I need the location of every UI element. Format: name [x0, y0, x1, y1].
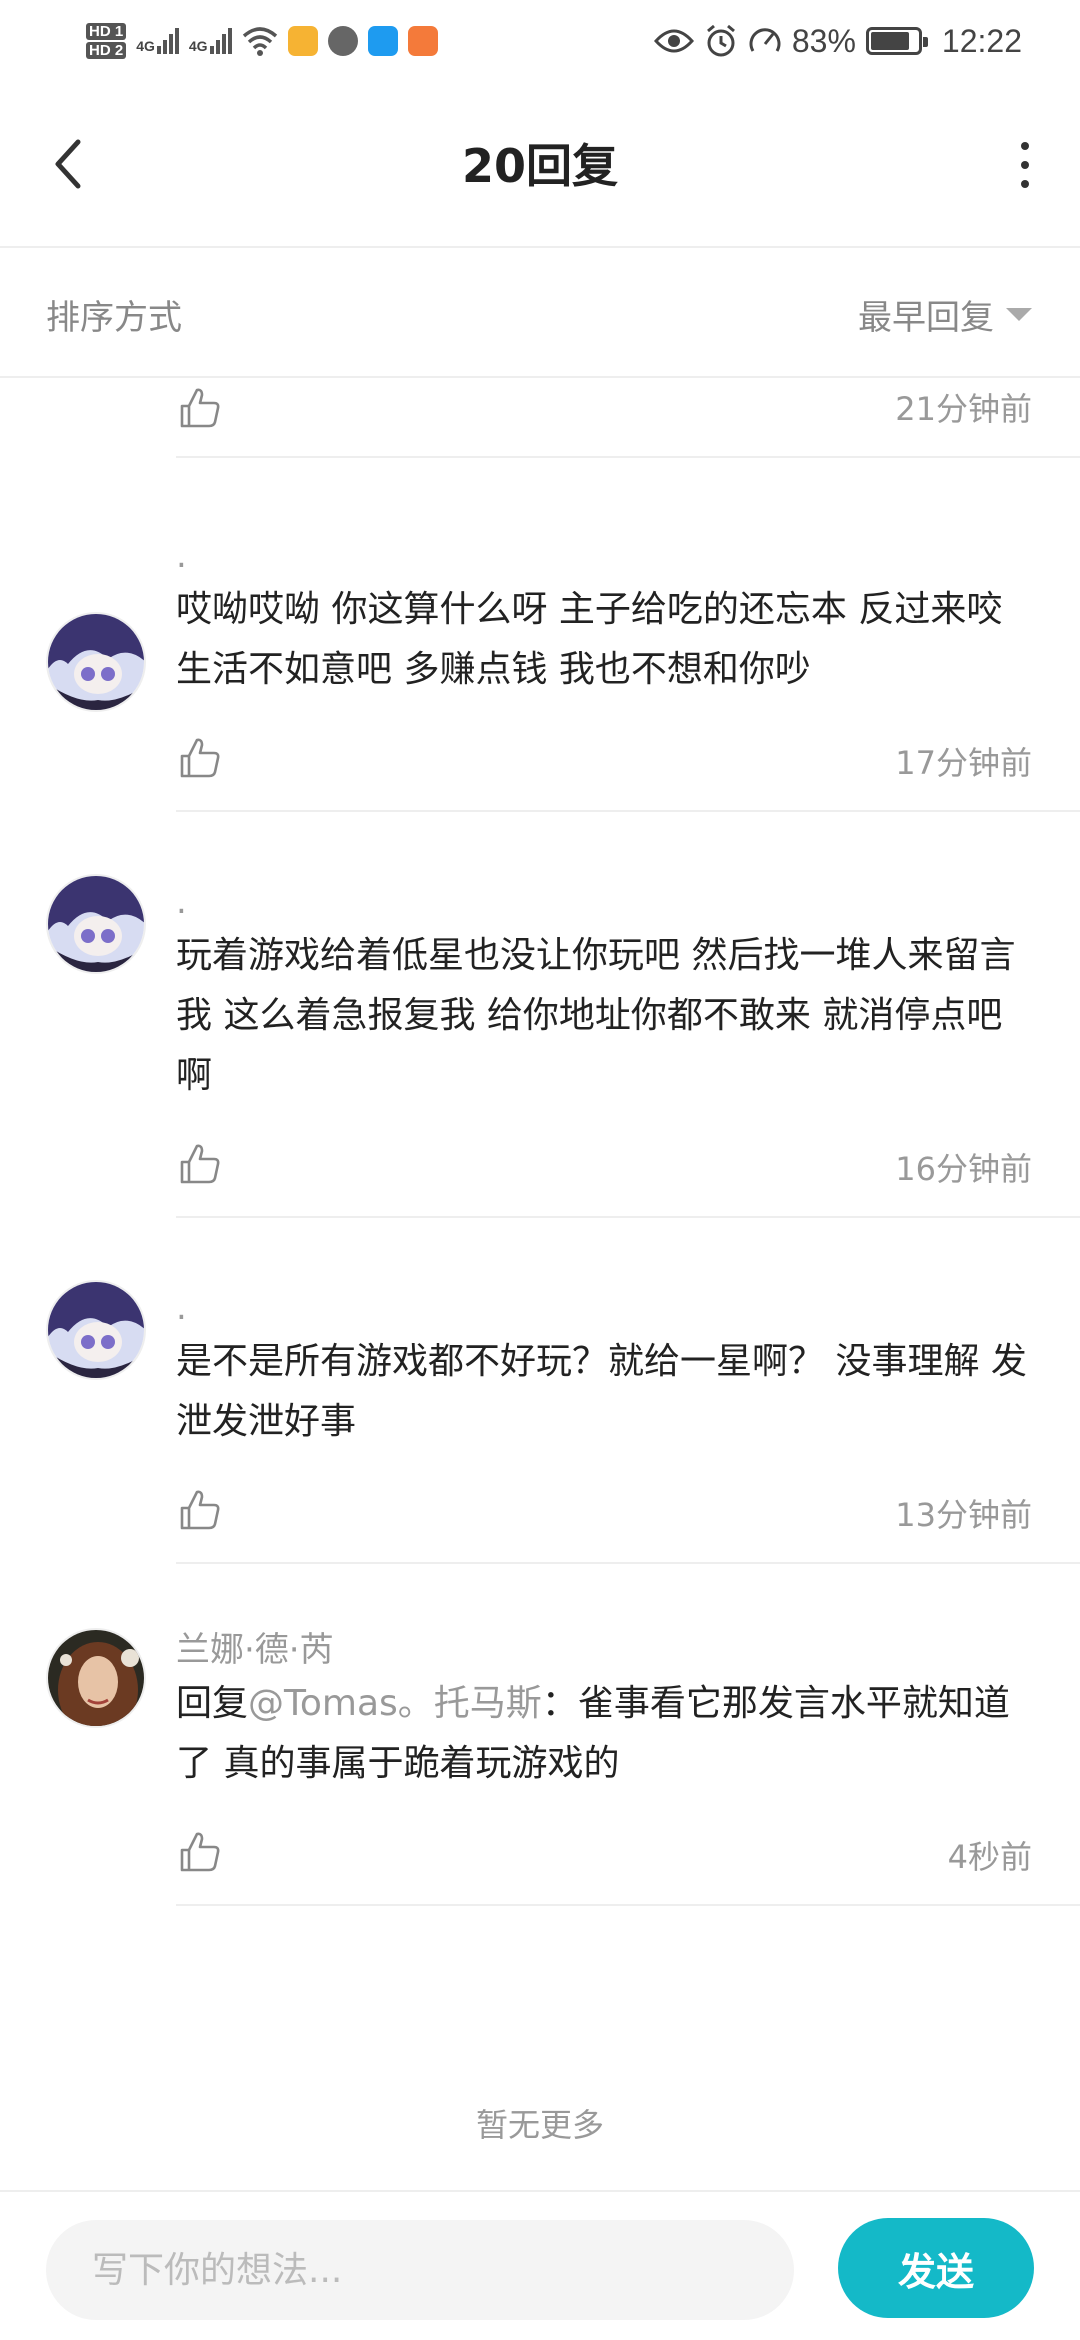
username[interactable]: .	[176, 1284, 1080, 1332]
battery-icon	[865, 27, 928, 55]
thumbs-up-icon[interactable]	[178, 1488, 222, 1532]
wifi-icon	[242, 27, 277, 56]
video-app-icon	[407, 26, 438, 56]
avatar[interactable]	[46, 612, 146, 712]
composer-bar: 发送	[0, 2190, 1080, 2340]
alarm-icon	[706, 24, 735, 57]
reply-body: 兰娜·德·芮 回复@Tomas。托马斯：雀事看它那发言水平就知道了 真的事属于跪…	[176, 1604, 1080, 1906]
reply-text: 回复@Tomas。托马斯：雀事看它那发言水平就知道了 真的事属于跪着玩游戏的	[176, 1674, 1036, 1794]
hd1-badge: HD 1	[86, 23, 127, 40]
data-speed-icon	[749, 28, 781, 52]
more-options-icon[interactable]	[1018, 142, 1032, 188]
avatar[interactable]	[46, 1280, 146, 1380]
list-item-partial: 21分钟前	[176, 380, 1080, 458]
network-type-1: 4G	[136, 38, 155, 54]
reply-actions: 16分钟前	[176, 1106, 1080, 1216]
reply-text: 是不是所有游戏都不好玩？就给一星啊？ 没事理解 发泄发泄好事	[176, 1341, 1027, 1442]
status-bar-left: HD 1 HD 2 4G 4G	[86, 23, 438, 59]
reply-prefix: 回复	[176, 1683, 249, 1724]
reply-text: 玩着游戏给着低星也没让你玩吧 然后找一堆人来留言我 这么着急报复我 给你地址你都…	[176, 935, 1016, 1096]
sort-dropdown[interactable]: 最早回复	[858, 290, 1032, 339]
list-item: . 玩着游戏给着低星也没让你玩吧 然后找一堆人来留言我 这么着急报复我 给你地址…	[0, 812, 1080, 1218]
status-bar: HD 1 HD 2 4G 4G 83% 12:22	[0, 0, 1080, 82]
no-more-label: 暂无更多	[475, 2106, 604, 2144]
reply-time: 17分钟前	[895, 744, 1032, 782]
network-type-2: 4G	[188, 38, 208, 54]
sort-bar: 排序方式 最早回复	[0, 250, 1080, 378]
send-button[interactable]: 发送	[838, 2218, 1034, 2318]
battery-percent: 83%	[791, 22, 856, 59]
hd2-badge: HD 2	[86, 42, 127, 59]
reply-list: 21分钟前 . 哎呦哎呦 你这算什么呀 主子给吃的还忘本 反过来咬 生活不如意吧…	[0, 380, 1080, 1906]
thumbs-up-icon[interactable]	[178, 386, 222, 430]
hd-indicators: HD 1 HD 2	[86, 23, 127, 59]
avatar[interactable]	[46, 1628, 146, 1728]
reply-body: . 是不是所有游戏都不好玩？就给一星啊？ 没事理解 发泄发泄好事 13分钟前	[176, 1258, 1080, 1564]
browser-app-icon	[327, 26, 358, 56]
notes-app-icon	[287, 26, 318, 56]
eye-icon	[653, 29, 694, 53]
reply-time: 13分钟前	[895, 1496, 1032, 1534]
sort-value: 最早回复	[858, 298, 994, 338]
reply-body: . 玩着游戏给着低星也没让你玩吧 然后找一堆人来留言我 这么着急报复我 给你地址…	[176, 852, 1080, 1218]
comment-input[interactable]	[46, 2220, 794, 2320]
signal-2-icon: 4G	[189, 28, 232, 54]
signal-1-icon: 4G	[136, 28, 179, 54]
list-item: . 是不是所有游戏都不好玩？就给一星啊？ 没事理解 发泄发泄好事 13分钟前	[0, 1218, 1080, 1564]
reply-body: . 哎呦哎呦 你这算什么呀 主子给吃的还忘本 反过来咬 生活不如意吧 多赚点钱 …	[176, 532, 1080, 812]
search-app-icon	[367, 26, 398, 56]
username[interactable]: 兰娜·德·芮	[176, 1626, 1080, 1674]
reply-text: 哎呦哎呦 你这算什么呀 主子给吃的还忘本 反过来咬 生活不如意吧 多赚点钱 我也…	[176, 589, 1003, 690]
thumbs-up-icon[interactable]	[178, 1142, 222, 1186]
username[interactable]: .	[176, 532, 1080, 580]
mention-link[interactable]: @Tomas。托马斯	[248, 1683, 542, 1724]
reply-actions: 13分钟前	[176, 1452, 1080, 1562]
reply-time: 21分钟前	[895, 390, 1032, 428]
top-app-bar: 20回复	[0, 82, 1080, 248]
chevron-down-icon	[1006, 308, 1032, 321]
page-title: 20回复	[461, 139, 618, 193]
list-item: 兰娜·德·芮 回复@Tomas。托马斯：雀事看它那发言水平就知道了 真的事属于跪…	[0, 1564, 1080, 1906]
clock: 12:22	[941, 22, 1022, 59]
status-bar-right: 83% 12:22	[653, 22, 1022, 60]
list-item: . 哎呦哎呦 你这算什么呀 主子给吃的还忘本 反过来咬 生活不如意吧 多赚点钱 …	[0, 458, 1080, 812]
sort-label: 排序方式	[46, 298, 182, 338]
username[interactable]: .	[176, 878, 1080, 926]
reply-actions: 4秒前	[176, 1794, 1080, 1904]
reply-time: 16分钟前	[895, 1150, 1032, 1188]
avatar[interactable]	[46, 874, 146, 974]
reply-time: 4秒前	[947, 1838, 1032, 1876]
thumbs-up-icon[interactable]	[178, 736, 222, 780]
thumbs-up-icon[interactable]	[178, 1830, 222, 1874]
reply-actions: 17分钟前	[176, 700, 1080, 810]
